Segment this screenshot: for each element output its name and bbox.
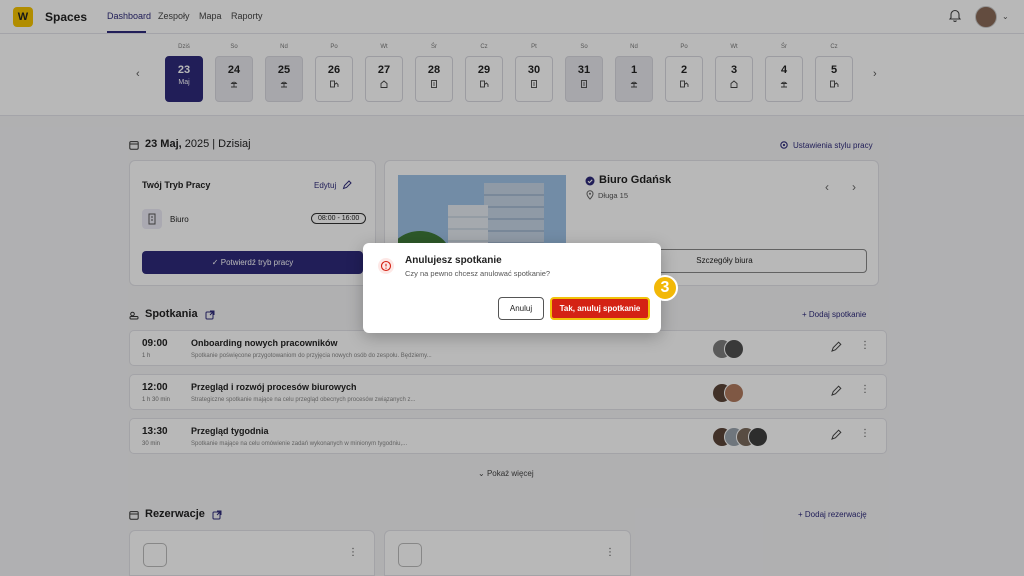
alert-icon bbox=[378, 258, 394, 274]
dialog-title: Anulujesz spotkanie bbox=[405, 255, 502, 266]
warning-circle-icon bbox=[380, 260, 392, 272]
dialog-cancel-button[interactable]: Anuluj bbox=[498, 297, 544, 320]
step-number-badge: 3 bbox=[652, 275, 678, 301]
dashboard-page: W Spaces Dashboard Zespoły Mapa Raporty … bbox=[0, 0, 1024, 576]
dialog-confirm-cancel-button[interactable]: Tak, anuluj spotkanie bbox=[550, 297, 650, 320]
cancel-meeting-dialog: Anulujesz spotkanie Czy na pewno chcesz … bbox=[363, 243, 661, 333]
dialog-message: Czy na pewno chcesz anulować spotkanie? bbox=[405, 269, 551, 278]
